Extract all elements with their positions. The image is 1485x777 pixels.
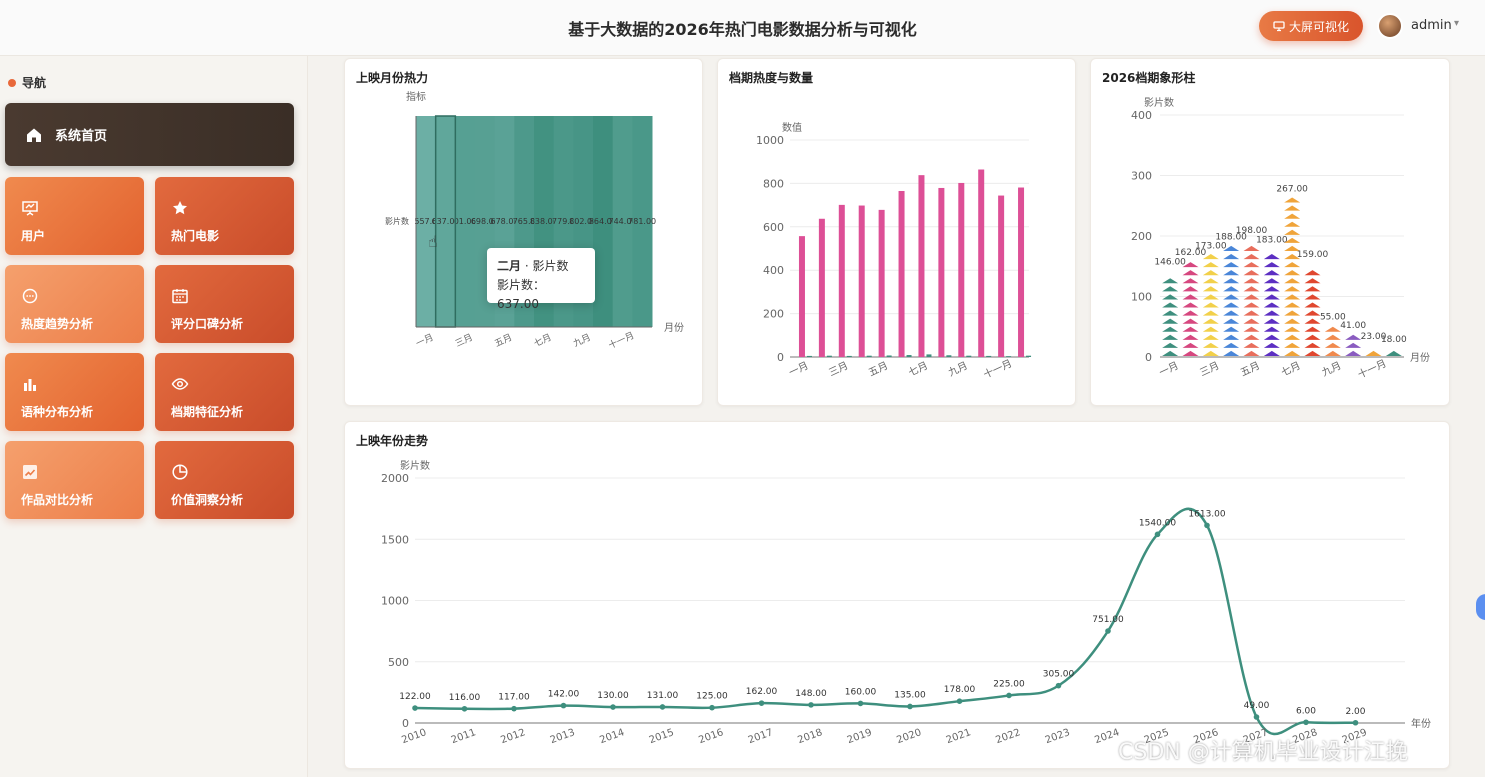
home-icon [27, 128, 41, 142]
watermark: CSDN @计算机毕业设计江挽 [1118, 740, 1408, 765]
sidebar-item-label: 热门电影 [171, 229, 220, 243]
hand-cursor-icon: ☝ [428, 232, 438, 251]
heatmap-title: 上映月份热力 [356, 71, 429, 85]
trend-title: 上映年份走势 [356, 434, 429, 448]
sidebar-item-label: 档期特征分析 [171, 405, 244, 419]
nav-dot-icon [8, 78, 16, 87]
top-header: 基于大数据的2026年热门电影数据分析与可视化 大屏可视化 admin ▾ [0, 0, 1485, 56]
bar-chart-icon [24, 379, 36, 391]
sidebar-item-value[interactable]: 价值洞察分析 [155, 441, 294, 519]
sidebar-item-language[interactable]: 语种分布分析 [5, 353, 144, 431]
chevron-down-icon[interactable]: ▾ [1454, 18, 1459, 29]
nav-title: 导航 [22, 76, 47, 90]
nav-header: 导航 [8, 74, 46, 91]
sidebar-item-label: 价值洞察分析 [171, 493, 244, 507]
presentation-icon [22, 201, 38, 216]
pie-chart-icon [172, 464, 188, 480]
bigscreen-label: 大屏可视化 [1288, 19, 1349, 34]
sidebar-item-schedule[interactable]: 档期特征分析 [155, 353, 294, 431]
sidebar-item-users[interactable]: 用户 [5, 177, 144, 255]
sidebar-item-home[interactable]: 系统首页 [5, 103, 294, 166]
sidebar-item-label: 用户 [21, 229, 46, 243]
sidebar-item-hot-movies[interactable]: 热门电影 [155, 177, 294, 255]
line-chart-icon [23, 465, 37, 479]
sidebar-item-label: 热度趋势分析 [21, 317, 94, 331]
pictorial-title: 2026档期象形柱 [1102, 71, 1196, 85]
sidebar-item-label: 语种分布分析 [21, 405, 94, 419]
sidebar-item-label: 作品对比分析 [21, 493, 94, 507]
chart-tooltip: 二月 · 影片数 影片数：637.00 [487, 248, 595, 311]
sidebar-item-compare[interactable]: 作品对比分析 [5, 441, 144, 519]
tooltip-label: 影片数： [497, 278, 546, 292]
monitor-icon [1273, 21, 1285, 32]
bigscreen-button[interactable]: 大屏可视化 [1259, 11, 1363, 41]
sidebar-item-heat-trend[interactable]: 热度趋势分析 [5, 265, 144, 343]
star-icon [173, 201, 187, 215]
tooltip-month: 二月 [497, 259, 522, 273]
trend-card: 上映年份走势 [344, 421, 1450, 769]
tooltip-value: 637.00 [497, 297, 539, 311]
tooltip-series: 影片数 [532, 259, 569, 273]
heatmap-card: 上映月份热力 [344, 58, 703, 406]
avatar[interactable] [1377, 13, 1403, 39]
sidebar-item-label: 评分口碑分析 [171, 317, 244, 331]
sidebar-item-label: 系统首页 [55, 129, 108, 144]
side-float-button[interactable] [1476, 594, 1485, 620]
pictorial-card: 2026档期象形柱 [1090, 58, 1450, 406]
dual-bar-card: 档期热度与数量 [717, 58, 1076, 406]
dual-bar-title: 档期热度与数量 [729, 71, 814, 85]
sidebar-item-rating[interactable]: 评分口碑分析 [155, 265, 294, 343]
calendar-icon [172, 289, 188, 304]
chat-icon [22, 288, 38, 304]
sidebar: 导航 系统首页 用户 热门电影 热度趋势分析 评分口碑分析 语种分布分析 档期特… [0, 56, 308, 777]
eye-icon [171, 378, 189, 390]
user-name[interactable]: admin [1411, 18, 1452, 33]
